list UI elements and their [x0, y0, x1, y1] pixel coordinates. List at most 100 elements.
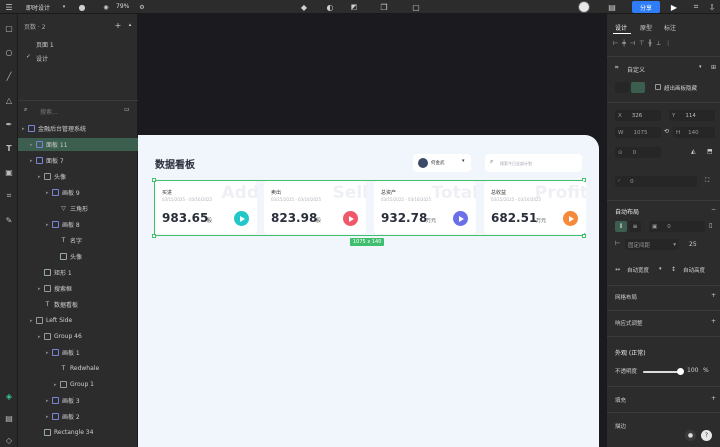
layer-row[interactable]: ▸ Group 46	[18, 330, 138, 343]
layer-row[interactable]: ▸ 搜索框	[18, 282, 138, 295]
settings-icon[interactable]: ⚙	[136, 1, 148, 13]
code-icon[interactable]: ⌗	[690, 1, 702, 13]
selection-handle[interactable]	[152, 234, 156, 238]
layer-row[interactable]: ▸ 画板 9	[18, 186, 138, 199]
library-icon[interactable]: ▤	[606, 1, 618, 13]
layer-row[interactable]: T 名字	[18, 234, 138, 247]
plugins-icon[interactable]: ◇	[3, 434, 15, 446]
landscape-toggle[interactable]	[631, 82, 645, 93]
triangle-tool-icon[interactable]: △	[3, 94, 15, 106]
component-icon[interactable]: ◆	[298, 1, 310, 13]
boolean-icon[interactable]: ◐	[324, 1, 336, 13]
collapse-pages-icon[interactable]: ▴	[124, 19, 136, 31]
stat-card-profit[interactable]: Profit 总收益 03/15/2025 - 03/16/2025 682.5…	[484, 181, 586, 234]
tab-design[interactable]: 设计	[615, 23, 627, 32]
lock-ratio-icon[interactable]: ⟲	[664, 128, 669, 135]
frame-type-select[interactable]: 自定义	[627, 65, 645, 74]
corner-icon[interactable]: ⛶	[705, 177, 709, 185]
artboard-dashboard[interactable]: 数据看板 何金武 ▾ ⌕ 搜索今日全部计划 1075 x 140 Add 买进 …	[138, 135, 599, 447]
rotation-field[interactable]: ⊙ 0	[615, 147, 661, 158]
mask-icon[interactable]: ◩	[348, 1, 360, 13]
add-page-icon[interactable]: +	[112, 19, 124, 31]
search-box[interactable]: ⌕ 搜索今日全部计划	[485, 154, 582, 172]
layer-row[interactable]: ▸ Left Side	[18, 314, 138, 327]
play-icon[interactable]	[453, 211, 468, 226]
stat-card-sell[interactable]: Sell 卖出 03/15/2025 - 03/16/2025 823.98 股	[264, 181, 366, 234]
align-center-icon[interactable]: ╪	[622, 40, 630, 47]
layer-row[interactable]: ▸ 面板 11	[18, 138, 138, 151]
tab-annotate[interactable]: 标注	[664, 23, 676, 32]
layer-row[interactable]: ▽ 三角形	[18, 202, 138, 215]
layer-row[interactable]: 头像	[18, 250, 138, 263]
layer-row[interactable]: ▸ 画板 2	[18, 410, 138, 423]
layer-row[interactable]: ▸ 画板 1	[18, 346, 138, 359]
share-button[interactable]: 分享	[632, 1, 660, 13]
h-field[interactable]: H 140	[673, 127, 715, 138]
canvas[interactable]: 数据看板 何金武 ▾ ⌕ 搜索今日全部计划 1075 x 140 Add 买进 …	[138, 14, 606, 447]
play-icon[interactable]	[234, 211, 249, 226]
page-item-1[interactable]: 页面 1	[18, 38, 138, 50]
layer-row[interactable]: ▸ 画板 8	[18, 218, 138, 231]
align-left-icon[interactable]: ⊢	[613, 40, 622, 47]
align-bottom-icon[interactable]: ⊥	[656, 40, 665, 47]
app-menu-label[interactable]: 即时设计	[26, 3, 50, 12]
chevron-down-icon[interactable]: ▾	[659, 266, 662, 272]
chevron-down-icon[interactable]: ▾	[699, 64, 702, 70]
selection-handle[interactable]	[582, 234, 586, 238]
filter-icon[interactable]: ▭	[124, 106, 130, 113]
help-button[interactable]: ●	[685, 430, 696, 441]
search-icon[interactable]: ⌕	[24, 106, 27, 114]
auto-height-select[interactable]: 自动高度	[683, 266, 705, 274]
direction-vertical-button[interactable]: ≡	[629, 221, 641, 232]
chevron-down-icon[interactable]: ▾	[58, 1, 70, 13]
flip-vertical-icon[interactable]: ⬒	[707, 148, 713, 155]
flip-horizontal-icon[interactable]: ◭	[691, 148, 696, 155]
ellipse-tool-icon[interactable]: ○	[3, 46, 15, 58]
arrange-icon[interactable]: ❐	[378, 1, 390, 13]
layer-row[interactable]: ▸ 头像	[18, 170, 138, 183]
remove-auto-layout-icon[interactable]: −	[711, 206, 716, 213]
play-icon[interactable]	[343, 211, 358, 226]
gap-field[interactable]: ▣ 0	[649, 221, 705, 232]
auto-width-select[interactable]: 自动宽度	[627, 266, 649, 274]
align-right-icon[interactable]: ⊣	[630, 40, 639, 47]
layer-search-input[interactable]: 搜索...	[40, 107, 58, 116]
assets-icon[interactable]: ▤	[3, 412, 15, 424]
clip-checkbox[interactable]	[655, 84, 661, 90]
add-grid-icon[interactable]: +	[711, 292, 716, 299]
crop-tool-icon[interactable]: ⌗	[3, 190, 15, 202]
spacing-mode-select[interactable]: 固定间距 ▾	[625, 239, 679, 250]
question-icon[interactable]: ?	[701, 430, 712, 441]
layer-row[interactable]: T 数据看板	[18, 298, 138, 311]
layer-row[interactable]: Rectangle 34	[18, 426, 138, 439]
text-tool-icon[interactable]: T	[3, 142, 15, 154]
brush-tool-icon[interactable]: ✎	[3, 214, 15, 226]
y-field[interactable]: Y 114	[669, 110, 715, 121]
stat-card-buy[interactable]: Add 买进 03/15/2025 - 03/16/2025 983.65 股	[155, 181, 257, 234]
x-field[interactable]: X 326	[615, 110, 661, 121]
resize-icon[interactable]: ⊞	[711, 64, 716, 71]
layer-row[interactable]: ▸ 金融后台管理系统	[18, 122, 138, 135]
layer-row[interactable]: ▸ 面板 7	[18, 154, 138, 167]
line-tool-icon[interactable]: ╱	[3, 70, 15, 82]
pen-tool-icon[interactable]: ✒	[3, 118, 15, 130]
add-constraint-icon[interactable]: +	[711, 318, 716, 325]
layer-row[interactable]: ▸ 画板 3	[18, 394, 138, 407]
add-fill-icon[interactable]: +	[711, 395, 716, 402]
appearance-title[interactable]: 外观 (正常)	[615, 348, 646, 357]
search-input[interactable]: 搜索今日全部计划	[500, 161, 532, 167]
user-avatar[interactable]	[578, 1, 590, 13]
image-tool-icon[interactable]: ▣	[3, 166, 15, 178]
zoom-level[interactable]: 79%	[116, 3, 129, 10]
frame-tool-icon[interactable]: ▢	[3, 22, 15, 34]
opacity-slider-handle[interactable]	[677, 368, 684, 375]
align-top-icon[interactable]: ⊤	[639, 40, 648, 47]
opacity-value[interactable]: 100	[687, 367, 698, 374]
padding-icon[interactable]: ▯	[709, 222, 712, 229]
spacing-value[interactable]: 25	[689, 241, 697, 248]
layer-row[interactable]: T Redwhale	[18, 362, 138, 375]
page-item-2[interactable]: ✓ 设计	[18, 52, 138, 64]
play-icon[interactable]: ▶	[668, 1, 680, 13]
direction-horizontal-button[interactable]: ⫴	[615, 221, 627, 232]
align-middle-icon[interactable]: ╫	[648, 40, 656, 47]
